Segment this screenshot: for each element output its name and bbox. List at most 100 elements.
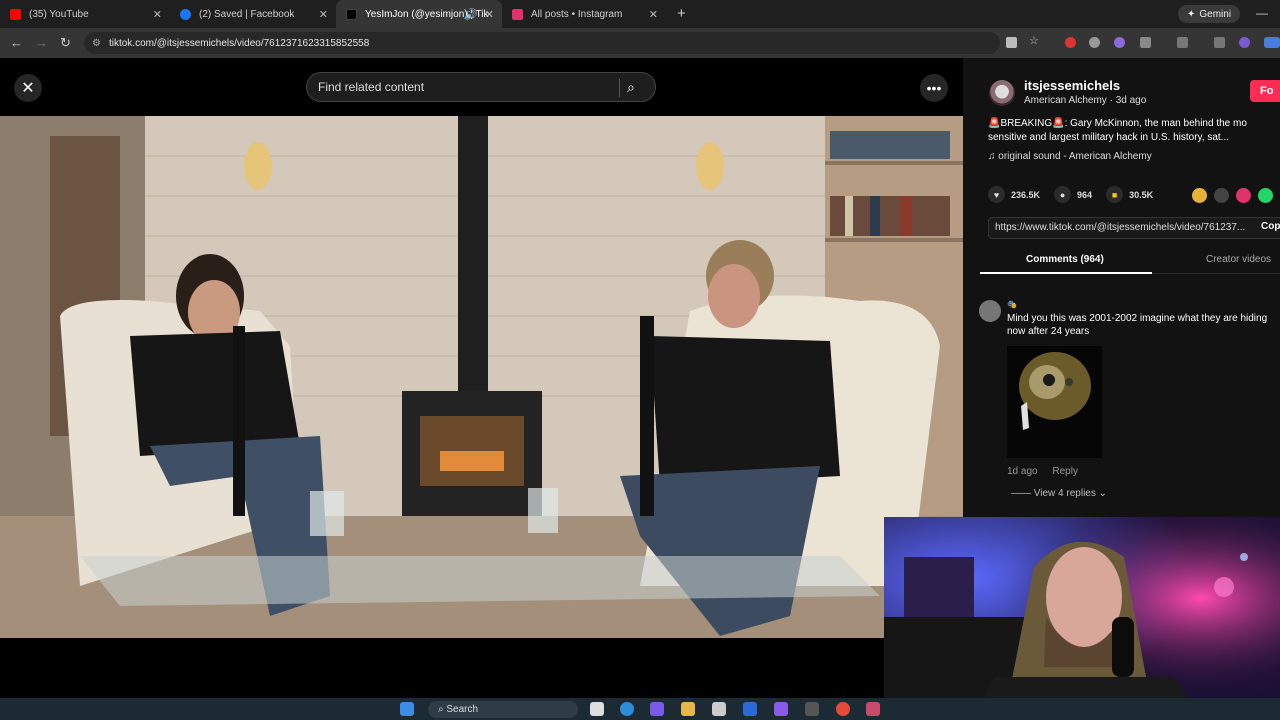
back-icon[interactable]: ←	[10, 35, 23, 50]
follow-button[interactable]: Fo	[1250, 80, 1280, 102]
bookmark-star-icon[interactable]: ☆	[1029, 34, 1040, 47]
post-description: 🚨BREAKING🚨: Gary McKinnon, the man behin…	[988, 117, 1280, 145]
speaker-icon[interactable]: 🔊	[464, 8, 478, 21]
app-icon[interactable]	[650, 702, 664, 716]
app-icon[interactable]	[774, 702, 788, 716]
comment-image[interactable]	[1007, 346, 1102, 458]
tiktok-icon	[346, 8, 357, 20]
close-tab-icon[interactable]: ✕	[485, 8, 494, 21]
share-icon[interactable]	[1192, 188, 1207, 203]
webcam-overlay	[884, 517, 1280, 720]
engagement-stats: ♥ 236.5K ● 964 ■ 30.5K	[988, 186, 1153, 203]
youtube-icon	[10, 8, 21, 20]
sparkle-icon: ✦	[1187, 8, 1196, 20]
taskbar-search-label: Search	[446, 704, 479, 715]
commenter-name[interactable]: 🎭	[1007, 300, 1017, 309]
search-placeholder: Find related content	[318, 80, 425, 94]
sound-link[interactable]: ♫ original sound - American Alchemy	[988, 151, 1152, 162]
url-text: tiktok.com/@itsjessemichels/video/761237…	[108, 37, 370, 49]
gemini-button[interactable]: ✦ Gemini	[1178, 5, 1241, 23]
instagram-icon	[512, 8, 523, 20]
next-video-chevron-icon[interactable]: ⌄	[926, 368, 938, 385]
description-line: 🚨BREAKING🚨: Gary McKinnon, the man behin…	[988, 118, 1247, 129]
close-tab-icon[interactable]: ✕	[319, 8, 328, 21]
reload-icon[interactable]: ↻	[60, 35, 71, 51]
mail-icon[interactable]	[743, 702, 757, 716]
tab-instagram[interactable]: All posts • Instagram ✕	[502, 0, 666, 28]
new-tab-button[interactable]: +	[677, 5, 686, 22]
tab-comments[interactable]: Comments (964)	[1026, 254, 1104, 265]
tab-creator-videos[interactable]: Creator videos	[1206, 254, 1271, 265]
embed-icon[interactable]	[1214, 188, 1229, 203]
browser-tab-strip: (35) YouTube ✕ (2) Saved | Facebook ✕ Ye…	[0, 0, 1280, 28]
extension-record-icon[interactable]	[1065, 37, 1076, 48]
profile-avatar-icon[interactable]	[1239, 37, 1250, 48]
likes-count: 236.5K	[1011, 189, 1041, 200]
windows-taskbar: ⌕ Search	[0, 698, 1280, 720]
heart-icon[interactable]: ♥	[988, 186, 1005, 203]
post-username[interactable]: itsjessemichels	[1024, 78, 1120, 93]
video-frame[interactable]	[0, 116, 963, 638]
task-view-icon[interactable]	[590, 702, 604, 716]
sound-label: original sound - American Alchemy	[998, 151, 1152, 162]
post-link-field[interactable]: https://www.tiktok.com/@itsjessemichels/…	[988, 217, 1280, 239]
avatar[interactable]	[989, 80, 1015, 106]
search-icon[interactable]: ⌕	[627, 79, 635, 96]
comments-count: 964	[1077, 189, 1093, 200]
close-icon[interactable]: ✕	[14, 74, 42, 102]
tab-facebook[interactable]: (2) Saved | Facebook ✕	[170, 0, 336, 28]
comment-icon[interactable]: ●	[1054, 186, 1072, 203]
url-field[interactable]: ⚙ tiktok.com/@itsjessemichels/video/7612…	[84, 32, 1000, 54]
tab-youtube[interactable]: (35) YouTube ✕	[0, 0, 170, 28]
tab-title: (35) YouTube	[29, 8, 89, 20]
copy-link-button[interactable]: Cop	[1261, 221, 1280, 232]
post-subline: American Alchemy · 3d ago	[1024, 95, 1147, 106]
description-line[interactable]: sensitive and largest military hack in U…	[988, 131, 1280, 145]
extensions-puzzle-icon[interactable]	[1140, 37, 1151, 48]
site-info-icon[interactable]: ⚙	[92, 38, 101, 49]
reply-button[interactable]: Reply	[1052, 466, 1078, 477]
view-replies-label: View 4 replies	[1033, 488, 1096, 499]
comment-age: 1d ago	[1007, 466, 1038, 477]
edge-icon[interactable]	[620, 702, 634, 716]
profile-button[interactable]	[1264, 37, 1280, 48]
minimize-window-icon[interactable]: —	[1256, 6, 1268, 20]
side-panel-icon[interactable]	[1177, 37, 1188, 48]
saves-count: 30.5K	[1129, 189, 1154, 200]
bookmark-icon[interactable]: ■	[1106, 186, 1124, 203]
forward-icon[interactable]: →	[35, 35, 48, 50]
taskbar-search[interactable]: ⌕ Search	[428, 701, 578, 718]
related-search-input[interactable]: Find related content ⌕	[306, 72, 656, 102]
gemini-label: Gemini	[1199, 8, 1232, 20]
tab-title: All posts • Instagram	[531, 8, 623, 20]
comment-meta: 1d ago Reply	[1007, 466, 1078, 477]
chevron-down-icon: ⌄	[1098, 488, 1108, 499]
windows-start-icon[interactable]	[400, 702, 414, 716]
more-options-icon[interactable]: •••	[920, 74, 948, 102]
close-tab-icon[interactable]: ✕	[153, 8, 162, 21]
video-player-area: ✕ Find related content ⌕ ••• ⌄	[0, 58, 963, 698]
webcam-scene	[884, 517, 1280, 720]
view-replies-button[interactable]: —— View 4 replies ⌄	[1011, 488, 1107, 499]
commenter-avatar[interactable]	[979, 300, 1001, 322]
comment-image-graphic	[1007, 346, 1102, 458]
comment-text: Mind you this was 2001-2002 imagine what…	[1007, 313, 1268, 337]
whatsapp-icon[interactable]	[1258, 188, 1273, 203]
comment-tabs: Comments (964) Creator videos	[980, 248, 1280, 274]
facebook-icon	[180, 8, 191, 20]
cast-icon[interactable]	[1006, 37, 1017, 48]
share-send-icon[interactable]	[1236, 188, 1251, 203]
chrome-icon[interactable]	[836, 702, 850, 716]
file-explorer-icon[interactable]	[681, 702, 695, 716]
address-bar-row: ← → ↻ ⚙ tiktok.com/@itsjessemichels/vide…	[0, 28, 1280, 58]
extension-icon[interactable]	[1089, 37, 1100, 48]
app-icon[interactable]	[866, 702, 880, 716]
video-scene	[0, 116, 963, 638]
extension-icon[interactable]	[1114, 37, 1125, 48]
store-icon[interactable]	[712, 702, 726, 716]
close-tab-icon[interactable]: ✕	[649, 8, 658, 21]
tab-title: (2) Saved | Facebook	[199, 8, 295, 20]
app-icon[interactable]	[805, 702, 819, 716]
tab-tiktok[interactable]: YesImJon (@yesimjon) | Tik 🔊 ✕	[336, 0, 502, 28]
menu-icon[interactable]	[1214, 37, 1225, 48]
